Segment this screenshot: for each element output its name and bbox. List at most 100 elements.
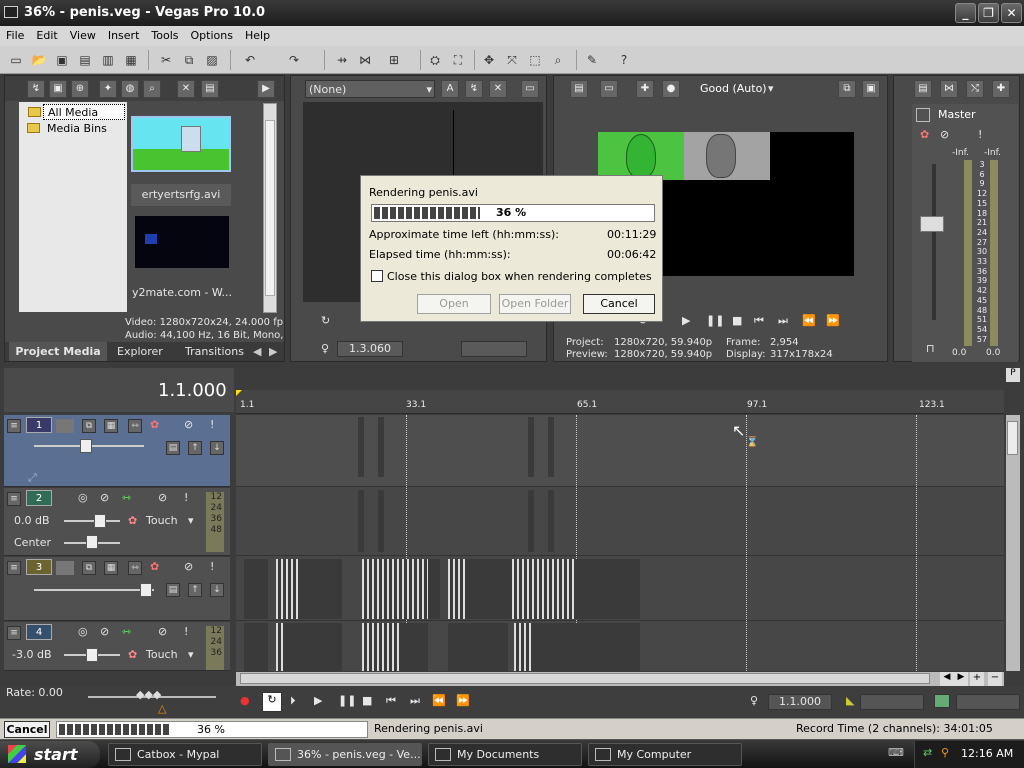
- taskbar-item-my-documents[interactable]: My Documents: [428, 743, 582, 766]
- selection-start[interactable]: [860, 694, 924, 710]
- copy-snapshot-icon[interactable]: ⧉: [838, 80, 856, 98]
- preview-properties-icon[interactable]: ▤: [570, 80, 588, 98]
- child-track-icon[interactable]: ↓: [210, 441, 224, 455]
- open-folder-button[interactable]: Open Folder: [499, 294, 571, 314]
- next-frame-icon[interactable]: ⏩: [456, 694, 470, 707]
- scrollbar-thumb[interactable]: [1007, 421, 1018, 455]
- trimmer-pointer-icon[interactable]: ↯: [465, 80, 483, 98]
- collapse-icon[interactable]: ≡: [7, 492, 21, 506]
- media-fx-icon[interactable]: ✦: [99, 80, 117, 98]
- keyboard-icon[interactable]: ⌨: [888, 746, 904, 759]
- mixer-downmix-icon[interactable]: ⋈: [940, 80, 958, 98]
- status-cancel-button[interactable]: Cancel: [4, 721, 50, 738]
- media-thumbnail[interactable]: [135, 216, 229, 268]
- menu-tools[interactable]: Tools: [145, 26, 184, 42]
- audio-clip[interactable]: [378, 490, 384, 552]
- automation-mode[interactable]: Touch: [146, 514, 178, 527]
- menu-insert[interactable]: Insert: [102, 26, 146, 42]
- menu-options[interactable]: Options: [185, 26, 239, 42]
- previous-frame-icon[interactable]: ⏪: [802, 314, 816, 327]
- go-to-start-icon[interactable]: ⏮: [754, 314, 764, 328]
- scrollbar-thumb[interactable]: [240, 673, 930, 684]
- external-monitor-icon[interactable]: ▭: [600, 80, 618, 98]
- open-button[interactable]: Open: [417, 294, 491, 314]
- cancel-button[interactable]: Cancel: [583, 294, 655, 314]
- properties-icon[interactable]: ▦: [121, 50, 141, 70]
- pan-slider-thumb[interactable]: [86, 535, 98, 549]
- cursor-position[interactable]: 1.1.000: [768, 694, 832, 710]
- volume-slider-thumb[interactable]: [94, 514, 106, 528]
- master-fader[interactable]: [920, 216, 944, 232]
- video-clip[interactable]: [378, 417, 384, 477]
- undo-icon[interactable]: ↶: [240, 50, 260, 70]
- taskbar-item-vegas[interactable]: 36% - penis.veg - Ve...: [268, 743, 422, 766]
- open-icon[interactable]: 📂: [29, 50, 49, 70]
- invert-phase-icon[interactable]: ⊘: [100, 491, 109, 504]
- track-header-3[interactable]: ≡ 3 ⧉ ▦ ⇿ ✿ ⊘ ! ▤ ↑ ↓: [4, 557, 230, 621]
- chevron-down-icon[interactable]: ▾: [188, 648, 194, 661]
- audio-clip[interactable]: [548, 490, 554, 552]
- pause-icon[interactable]: ❚❚: [338, 694, 356, 707]
- automation-icon[interactable]: ✿: [128, 648, 137, 661]
- preview-fx-icon[interactable]: ✚: [636, 80, 654, 98]
- tab-project-media[interactable]: Project Media: [9, 342, 107, 361]
- audio-clip[interactable]: [532, 623, 640, 671]
- audio-clip[interactable]: [362, 623, 402, 671]
- paste-icon[interactable]: ▨: [202, 50, 222, 70]
- get-media-icon[interactable]: ⊕: [71, 80, 89, 98]
- stop-icon[interactable]: ■: [362, 694, 372, 707]
- solo-icon[interactable]: !: [210, 418, 214, 431]
- auto-crossfade-icon[interactable]: ⛶: [448, 50, 468, 70]
- split-screen-icon[interactable]: ●: [662, 80, 680, 98]
- previous-frame-icon[interactable]: ⏪: [432, 694, 446, 707]
- selection-length[interactable]: [956, 694, 1020, 710]
- invert-phase-icon[interactable]: ⊘: [100, 625, 109, 638]
- play-icon[interactable]: ▶: [682, 314, 690, 327]
- video-clip[interactable]: [276, 559, 298, 619]
- arm-record-icon[interactable]: ◎: [78, 491, 88, 504]
- scroll-left-icon[interactable]: ◀: [940, 672, 954, 686]
- track-header-4[interactable]: ≡ 4 ◎ ⊘ ⇿ ⊘ ! -3.0 dB ✿ Touch ▾ 12 24 36: [4, 622, 230, 671]
- web-icon[interactable]: ◍: [121, 80, 139, 98]
- search-icon[interactable]: ⚲: [941, 746, 949, 759]
- network-icon[interactable]: ⇄: [923, 746, 932, 759]
- delete-icon[interactable]: ✕: [177, 80, 195, 98]
- fx-icon[interactable]: ✿: [920, 128, 929, 141]
- menu-view[interactable]: View: [64, 26, 102, 42]
- tree-item-all-media[interactable]: All Media: [28, 104, 125, 120]
- video-clip[interactable]: [362, 559, 428, 619]
- import-media-icon[interactable]: ↯: [27, 80, 45, 98]
- help-icon[interactable]: ✎: [582, 50, 602, 70]
- scroll-right-icon[interactable]: ▶: [954, 672, 968, 686]
- track-header-2[interactable]: ≡ 2 ◎ ⊘ ⇿ ⊘ ! 0.0 dB ✿ Touch ▾ Center 12…: [4, 488, 230, 556]
- collapse-icon[interactable]: ≡: [7, 419, 21, 433]
- mixer-insert-bus-icon[interactable]: ✚: [992, 80, 1010, 98]
- level-slider-thumb[interactable]: [140, 583, 152, 597]
- mute-icon[interactable]: ⊘: [158, 625, 167, 638]
- maximize-button[interactable]: ❐: [978, 3, 999, 23]
- audio-clip[interactable]: [402, 623, 428, 671]
- solo-icon[interactable]: !: [184, 625, 188, 638]
- tab-scroll-right-icon[interactable]: ▶: [269, 345, 277, 358]
- go-to-end-icon[interactable]: ⏭: [410, 694, 420, 708]
- next-frame-icon[interactable]: ⏩: [826, 314, 840, 327]
- start-button[interactable]: start: [0, 741, 100, 768]
- track-lane-2[interactable]: [236, 488, 1004, 556]
- child-track-icon[interactable]: ↓: [210, 583, 224, 597]
- audio-clip[interactable]: [448, 623, 508, 671]
- automation-icon[interactable]: ✿: [128, 514, 137, 527]
- tree-item-media-bins[interactable]: Media Bins: [27, 121, 125, 137]
- video-clip[interactable]: [358, 417, 364, 477]
- audio-clip[interactable]: [514, 623, 532, 671]
- audio-clip[interactable]: [528, 490, 534, 552]
- trimmer-monitor-icon[interactable]: ▭: [521, 80, 539, 98]
- trimmer-delete-icon[interactable]: ✕: [489, 80, 507, 98]
- redo-icon[interactable]: ↷: [284, 50, 304, 70]
- zoom-in-icon[interactable]: +: [970, 672, 984, 686]
- save-icon[interactable]: ▣: [52, 50, 72, 70]
- mute-icon[interactable]: ⊘: [184, 560, 193, 573]
- composite-mode-icon[interactable]: ⧉: [82, 561, 96, 575]
- timeline-horizontal-scrollbar[interactable]: [236, 672, 1004, 686]
- audio-clip[interactable]: [358, 490, 364, 552]
- loop-region-marker[interactable]: [236, 390, 242, 396]
